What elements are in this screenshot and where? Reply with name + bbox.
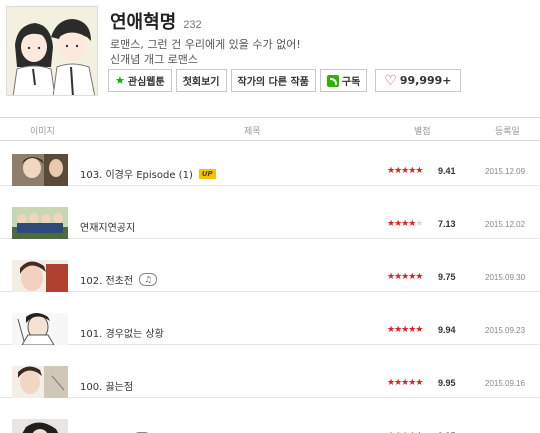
rating-star-icon: ★ — [415, 271, 423, 281]
first-episode-button[interactable]: 첫회보기 — [175, 69, 227, 92]
episode-thumbnail[interactable] — [12, 207, 68, 239]
episode-row[interactable]: 102. 전초전 ♫ ★★★★★ 9.75 2015.09.30 — [0, 248, 540, 292]
rating-star-icon: ★ — [415, 218, 423, 228]
episode-date: 2015.09.16 — [485, 379, 526, 388]
episode-thumbnail[interactable] — [12, 260, 68, 292]
episode-date: 2015.12.09 — [485, 167, 526, 176]
star-rating: ★★★★★ — [387, 271, 423, 282]
title-row: 연애혁명 232 — [110, 8, 202, 34]
episode-date: 2015.09.23 — [485, 326, 526, 335]
episode-title[interactable]: 연재지연공지 — [80, 219, 135, 234]
webtoon-summary: 로맨스, 그런 건 우리에게 있을 수가 없어! — [110, 38, 301, 51]
episode-title[interactable]: 102. 전초전 ♫ — [80, 272, 158, 287]
episode-thumbnail[interactable] — [12, 419, 68, 433]
star-icon: ★ — [115, 74, 125, 87]
like-count: 99,999+ — [399, 74, 452, 87]
episode-thumbnail[interactable] — [12, 366, 68, 398]
rating-score: 9.41 — [438, 166, 456, 176]
like-button[interactable]: ♡ 99,999+ — [375, 69, 461, 92]
heart-icon: ♡ — [384, 72, 397, 89]
episode-title-text[interactable]: 103. 이경우 Episode (1) — [80, 166, 193, 181]
table-header: 이미지 제목 별점 등록일 — [0, 117, 540, 141]
episode-row[interactable]: 99. 녹는점♫★★★★★9.952015.09.09 — [0, 407, 540, 433]
rating-star-icon: ★ — [415, 165, 423, 175]
subscribe-button[interactable]: 구독 — [319, 69, 368, 92]
episode-title-text[interactable]: 연재지연공지 — [80, 219, 135, 234]
rating-star-icon: ★ — [415, 377, 423, 387]
episode-count: 232 — [183, 19, 202, 31]
action-buttons: ★ 관심웹툰 첫회보기 작가의 다른 작품 구독 ♡ 99,999+ — [108, 69, 465, 92]
star-rating: ★★★★★ — [387, 377, 423, 388]
column-date: 등록일 — [495, 127, 520, 137]
star-rating: ★★★★★ — [387, 218, 423, 229]
rating-score: 7.13 — [438, 219, 456, 229]
star-rating: ★★★★★ — [387, 324, 423, 335]
episode-date: 2015.09.30 — [485, 273, 526, 282]
cover-image[interactable] — [6, 6, 98, 96]
favorite-button[interactable]: ★ 관심웹툰 — [108, 69, 172, 92]
episode-row[interactable]: 101. 경우없는 상황 ★★★★★ 9.94 2015.09.23 — [0, 301, 540, 345]
episode-title-text[interactable]: 100. 끓는점 — [80, 378, 133, 393]
column-image: 이미지 — [30, 127, 55, 137]
other-works-button[interactable]: 작가의 다른 작품 — [230, 69, 316, 92]
episode-thumbnail[interactable] — [12, 313, 68, 345]
episode-date: 2015.12.02 — [485, 220, 526, 229]
rating-score: 9.75 — [438, 272, 456, 282]
subscribe-label: 구독 — [341, 77, 361, 88]
first-episode-label: 첫회보기 — [182, 77, 220, 88]
star-rating: ★★★★★ — [387, 165, 423, 176]
episode-title-text[interactable]: 101. 경우없는 상황 — [80, 325, 164, 340]
episode-thumbnail[interactable] — [12, 154, 68, 186]
episode-row[interactable]: 103. 이경우 Episode (1) UP ★★★★★ 9.41 2015.12.0… — [0, 142, 540, 186]
column-rating: 별점 — [414, 127, 431, 137]
rating-star-icon: ★ — [415, 324, 423, 334]
episode-title[interactable]: 100. 끓는점 — [80, 378, 133, 393]
episode-title-text[interactable]: 102. 전초전 — [80, 272, 133, 287]
rss-icon — [326, 74, 339, 87]
webtoon-title[interactable]: 연애혁명 — [110, 8, 176, 34]
other-works-label: 작가의 다른 작품 — [237, 77, 309, 88]
favorite-label: 관심웹툰 — [127, 77, 165, 88]
up-badge: UP — [198, 168, 216, 179]
music-note-icon: ♫ — [139, 273, 158, 286]
rating-score: 9.94 — [438, 325, 456, 335]
episode-row[interactable]: 100. 끓는점 ★★★★★ 9.95 2015.09.16 — [0, 354, 540, 398]
webtoon-genre: 신개념 개그 로맨스 — [110, 53, 198, 66]
column-title: 제목 — [244, 127, 261, 137]
episode-title[interactable]: 101. 경우없는 상황 — [80, 325, 164, 340]
rating-score: 9.95 — [438, 378, 456, 388]
episode-title[interactable]: 103. 이경우 Episode (1) UP — [80, 166, 216, 181]
webtoon-header: 연애혁명 232 로맨스, 그런 건 우리에게 있을 수가 없어! 신개념 개그… — [0, 0, 540, 104]
episode-row[interactable]: 연재지연공지 ★★★★★ 7.13 2015.12.02 — [0, 195, 540, 239]
